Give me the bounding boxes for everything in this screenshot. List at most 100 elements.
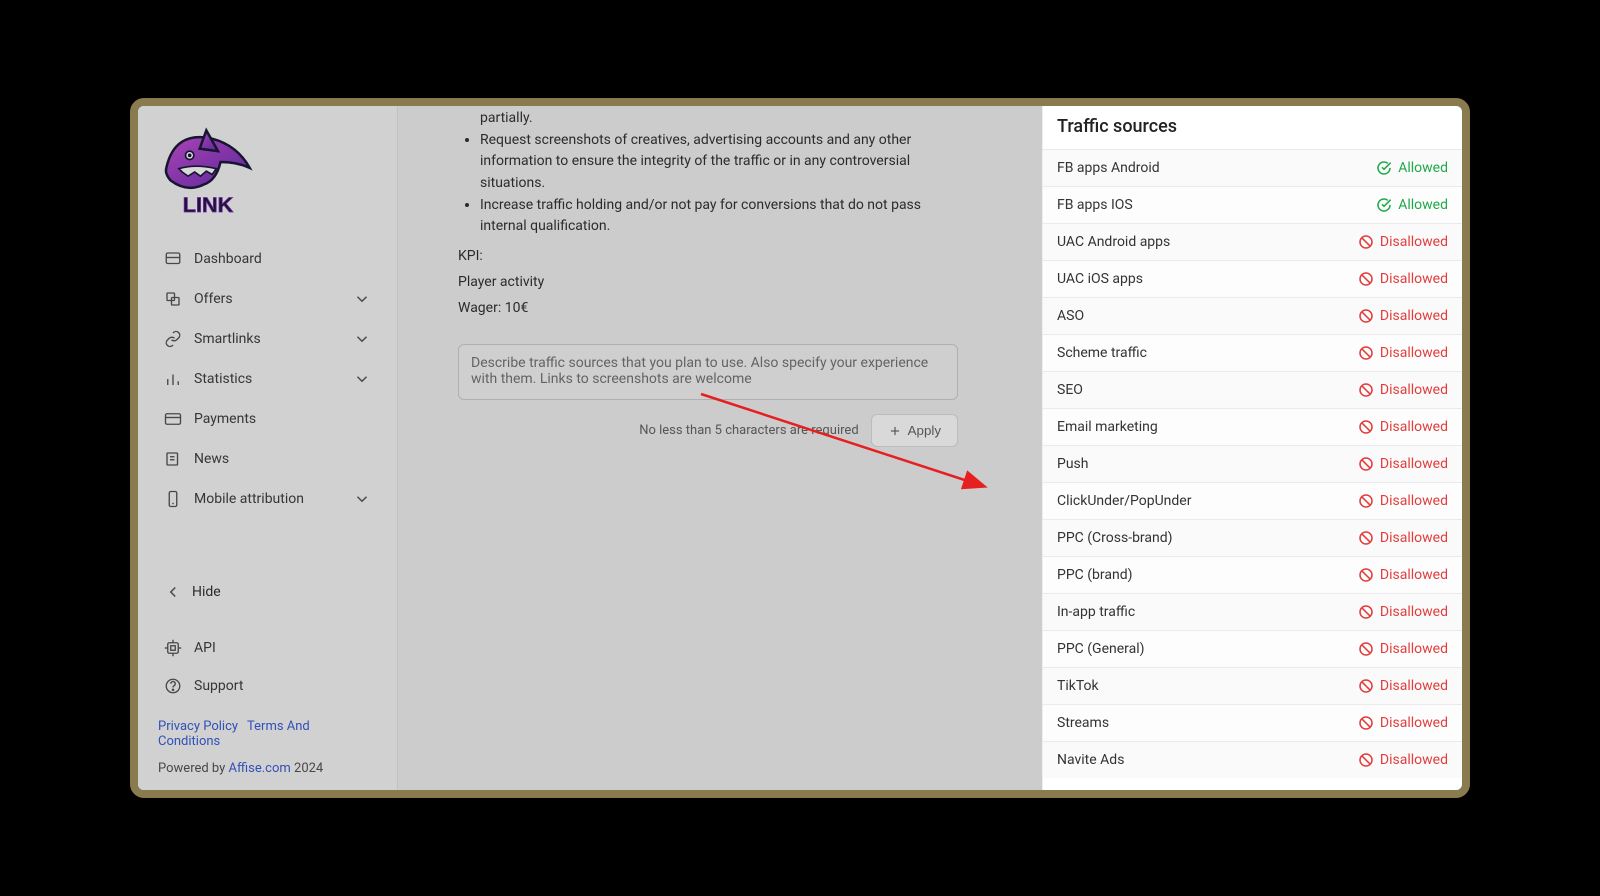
traffic-source-row: ClickUnder/PopUnder Disallowed: [1043, 482, 1462, 519]
check-circle-icon: [1376, 197, 1392, 213]
dashboard-icon: [164, 250, 182, 268]
traffic-source-name: PPC (brand): [1057, 567, 1133, 583]
nav-label: Mobile attribution: [194, 491, 304, 507]
ban-icon: [1358, 641, 1374, 657]
traffic-source-name: SEO: [1057, 382, 1083, 398]
ban-icon: [1358, 345, 1374, 361]
traffic-source-name: In-app traffic: [1057, 604, 1135, 620]
sidebar-item-payments[interactable]: Payments: [158, 400, 377, 438]
kpi-label: KPI:: [458, 248, 958, 264]
status-badge: Disallowed: [1358, 308, 1448, 324]
chevron-down-icon: [353, 290, 371, 308]
traffic-source-name: UAC iOS apps: [1057, 271, 1143, 287]
sidebar-item-smartlinks[interactable]: Smartlinks: [158, 320, 377, 358]
traffic-source-row: Scheme traffic Disallowed: [1043, 334, 1462, 371]
status-badge: Disallowed: [1358, 567, 1448, 583]
traffic-source-row: PPC (brand) Disallowed: [1043, 556, 1462, 593]
apply-button[interactable]: Apply: [871, 414, 958, 447]
status-badge: Disallowed: [1358, 456, 1448, 472]
ban-icon: [1358, 752, 1374, 768]
status-badge: Disallowed: [1358, 678, 1448, 694]
traffic-source-row: PPC (General) Disallowed: [1043, 630, 1462, 667]
mobile-icon: [164, 490, 182, 508]
traffic-source-row: FB apps Android Allowed: [1043, 149, 1462, 186]
ban-icon: [1358, 308, 1374, 324]
traffic-source-row: SEODisallowed: [1043, 371, 1462, 408]
terms-bullets: partially.Request screenshots of creativ…: [458, 108, 958, 238]
sidebar-item-support[interactable]: Support: [158, 667, 377, 705]
api-label: API: [194, 640, 216, 656]
traffic-sources-list: FB apps Android Allowed FB apps IOS Allowed…: [1043, 149, 1462, 778]
status-badge: Disallowed: [1358, 752, 1448, 768]
powered-by-label: Powered by: [158, 761, 229, 776]
panel-title: Traffic sources: [1043, 106, 1462, 149]
traffic-source-name: ClickUnder/PopUnder: [1057, 493, 1191, 509]
status-badge: Disallowed: [1358, 234, 1448, 250]
traffic-source-row: UAC iOS appsDisallowed: [1043, 260, 1462, 297]
char-requirement-text: No less than 5 characters are required: [639, 423, 858, 438]
link-icon: [164, 330, 182, 348]
offers-icon: [164, 290, 182, 308]
chevron-down-icon: [353, 490, 371, 508]
nav-label: Payments: [194, 411, 256, 427]
privacy-link[interactable]: Privacy Policy: [158, 719, 238, 734]
traffic-source-name: PPC (General): [1057, 641, 1145, 657]
kpi-activity: Player activity: [458, 274, 958, 290]
ban-icon: [1358, 567, 1374, 583]
nav-label: Statistics: [194, 371, 252, 387]
ban-icon: [1358, 234, 1374, 250]
chevron-down-icon: [353, 330, 371, 348]
bullet-item: partially.: [458, 108, 958, 130]
news-icon: [164, 450, 182, 468]
traffic-source-row: Email marketing Disallowed: [1043, 408, 1462, 445]
sidebar-item-news[interactable]: News: [158, 440, 377, 478]
sidebar-item-api[interactable]: API: [158, 629, 377, 667]
traffic-source-name: UAC Android apps: [1057, 234, 1170, 250]
ban-icon: [1358, 419, 1374, 435]
status-badge: Disallowed: [1358, 345, 1448, 361]
help-icon: [164, 677, 182, 695]
affise-link[interactable]: Affise.com: [229, 761, 291, 776]
traffic-source-row: PPC (Cross-brand) Disallowed: [1043, 519, 1462, 556]
ban-icon: [1358, 604, 1374, 620]
traffic-description-input[interactable]: [458, 344, 958, 400]
bullet-item: Increase traffic holding and/or not pay …: [480, 195, 958, 238]
nav-label: News: [194, 451, 229, 467]
ban-icon: [1358, 456, 1374, 472]
status-badge: Allowed: [1376, 160, 1448, 176]
sidebar-item-dashboard[interactable]: Dashboard: [158, 240, 377, 278]
traffic-source-row: TikTokDisallowed: [1043, 667, 1462, 704]
sidebar-item-offers[interactable]: Offers: [158, 280, 377, 318]
status-badge: Disallowed: [1358, 530, 1448, 546]
traffic-source-name: PPC (Cross-brand): [1057, 530, 1173, 546]
plus-icon: [888, 424, 902, 438]
main-content: partially.Request screenshots of creativ…: [398, 106, 1042, 790]
traffic-source-name: Email marketing: [1057, 419, 1158, 435]
ban-icon: [1358, 678, 1374, 694]
traffic-source-row: Navite Ads Disallowed: [1043, 741, 1462, 778]
status-badge: Disallowed: [1358, 493, 1448, 509]
primary-nav: Dashboard OffersSmartlinks Statistics Payme…: [158, 240, 377, 559]
hide-label: Hide: [192, 584, 221, 600]
hide-sidebar-button[interactable]: Hide: [158, 573, 377, 611]
support-label: Support: [194, 678, 243, 694]
traffic-source-row: UAC Android apps Disallowed: [1043, 223, 1462, 260]
nav-label: Dashboard: [194, 251, 262, 267]
traffic-source-name: Streams: [1057, 715, 1109, 731]
ban-icon: [1358, 271, 1374, 287]
sidebar-item-mobile-attribution[interactable]: Mobile attribution: [158, 480, 377, 518]
status-badge: Disallowed: [1358, 715, 1448, 731]
traffic-source-name: Push: [1057, 456, 1089, 472]
stats-icon: [164, 370, 182, 388]
status-badge: Disallowed: [1358, 641, 1448, 657]
traffic-source-name: FB apps Android: [1057, 160, 1160, 176]
sidebar-item-statistics[interactable]: Statistics: [158, 360, 377, 398]
traffic-source-name: Navite Ads: [1057, 752, 1124, 768]
traffic-source-name: Scheme traffic: [1057, 345, 1147, 361]
traffic-source-row: In-app trafficDisallowed: [1043, 593, 1462, 630]
traffic-source-name: ASO: [1057, 308, 1084, 324]
ban-icon: [1358, 715, 1374, 731]
status-badge: Disallowed: [1358, 419, 1448, 435]
chevron-down-icon: [353, 370, 371, 388]
traffic-source-name: FB apps IOS: [1057, 197, 1133, 213]
